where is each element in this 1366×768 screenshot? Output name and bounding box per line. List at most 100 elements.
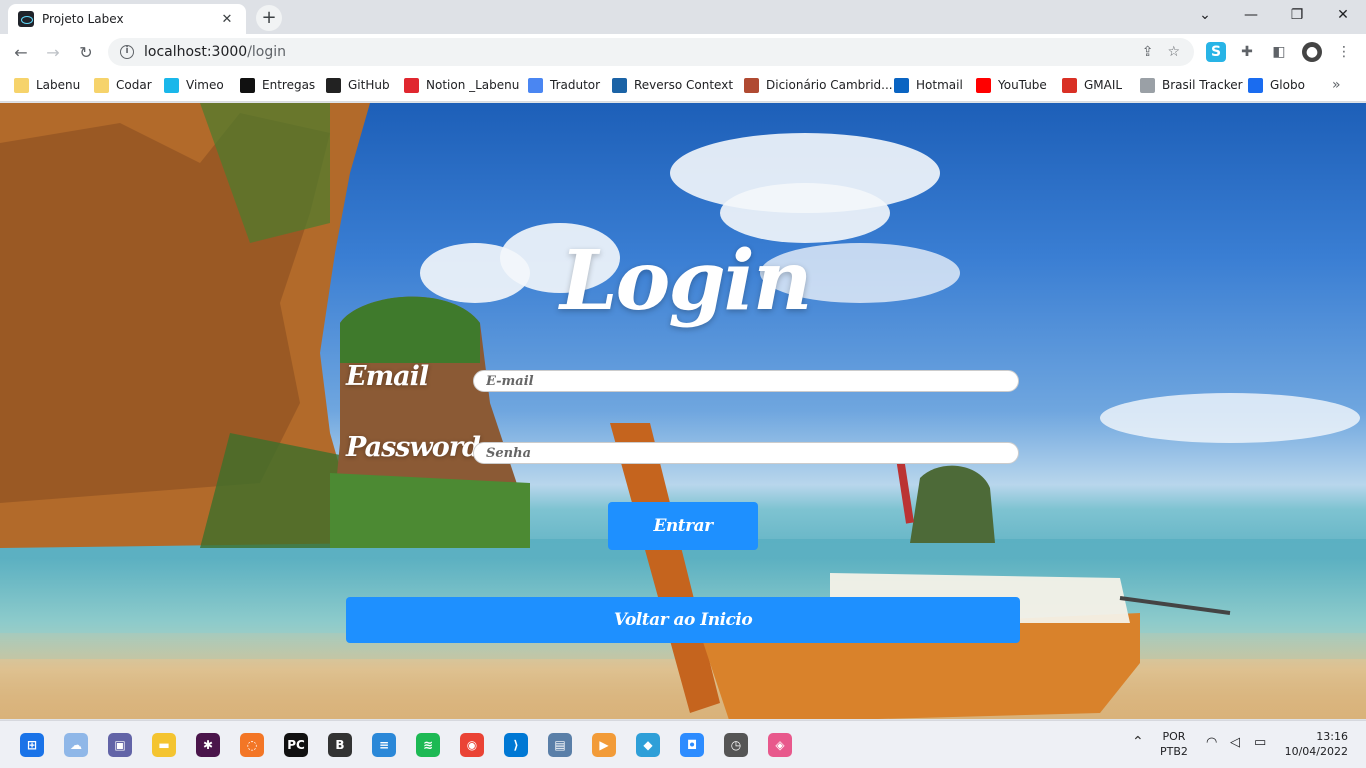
outlook-icon	[894, 77, 909, 93]
chrome-icon[interactable]: ◉	[460, 733, 484, 757]
site-info-icon[interactable]: i	[120, 45, 134, 59]
tab-close-icon[interactable]: ✕	[218, 12, 236, 27]
bookmark-5[interactable]: Notion _Labenu	[404, 70, 519, 100]
bookmark-label: GitHub	[348, 78, 390, 92]
maps-icon[interactable]: ◆	[636, 733, 660, 757]
bookmark-7[interactable]: Reverso Context	[612, 70, 733, 100]
bookmark-11[interactable]: GMAIL	[1062, 70, 1122, 100]
bookmark-9[interactable]: Hotmail	[894, 70, 963, 100]
new-tab-button[interactable]: +	[256, 5, 282, 31]
tab-projeto-labex[interactable]: Projeto Labex ✕	[8, 4, 246, 34]
volume-icon[interactable]: ◁	[1230, 735, 1240, 750]
bookmark-label: Vimeo	[186, 78, 224, 92]
back-button[interactable]: ←	[8, 40, 34, 66]
url-text[interactable]: localhost:3000/login	[144, 44, 1142, 60]
profile-avatar[interactable]: ●	[1302, 42, 1322, 62]
side-panel-icon[interactable]: ◧	[1269, 42, 1289, 62]
media-player-icon[interactable]: ▶	[592, 733, 616, 757]
weather-icon[interactable]: ☁	[64, 733, 88, 757]
password-field[interactable]	[473, 442, 1019, 464]
bookmarks-bar: » Labenu Codar Vimeo Entregas GitHub Notion _…	[0, 70, 1366, 102]
spotify-icon[interactable]: ≋	[416, 733, 440, 757]
kite-icon[interactable]: ◈	[768, 733, 792, 757]
tray-chevron-icon[interactable]: ⌃	[1132, 735, 1144, 750]
windows-taskbar: ⌃ POR PTB2 ◠ ◁ ▭ 13:16 10/04/2022 ⊞ ☁ ▣ ▬ ✱ ◌…	[0, 720, 1366, 768]
minimize-button[interactable]: —	[1228, 0, 1274, 30]
share-icon[interactable]: ⇪	[1142, 44, 1154, 60]
bookmark-10[interactable]: YouTube	[976, 70, 1047, 100]
bookmark-6[interactable]: Tradutor	[528, 70, 600, 100]
apple-icon	[404, 77, 419, 93]
tab-search-icon[interactable]: ⌄	[1182, 0, 1228, 30]
login-page: Login Email Password Entrar Voltar ao In…	[0, 103, 1366, 719]
forward-button[interactable]: →	[40, 40, 66, 66]
cliff-image	[0, 103, 380, 548]
tab-title: Projeto Labex	[42, 12, 124, 26]
bookmark-label: Codar	[116, 78, 152, 92]
notepad-icon[interactable]: ≡	[372, 733, 396, 757]
wifi-icon[interactable]: ◠	[1206, 735, 1217, 750]
language-indicator[interactable]: POR PTB2	[1160, 729, 1188, 759]
url-host: localhost:3000	[144, 44, 248, 60]
reload-button[interactable]: ↻	[73, 40, 99, 66]
close-window-button[interactable]: ✕	[1320, 0, 1366, 30]
vscode-icon[interactable]: ⟩	[504, 733, 528, 757]
bookmark-star-icon[interactable]: ☆	[1167, 44, 1180, 60]
youtube-icon	[976, 77, 991, 93]
tab-strip: Projeto Labex ✕ + ⌄ — ❐ ✕	[0, 0, 1366, 34]
bookmark-2[interactable]: Vimeo	[164, 70, 224, 100]
bookmark-0[interactable]: Labenu	[14, 70, 80, 100]
bookmark-8[interactable]: Dicionário Cambrid...	[744, 70, 893, 100]
bookmark-1[interactable]: Codar	[94, 70, 152, 100]
photo-app-icon[interactable]: ▤	[548, 733, 572, 757]
email-field[interactable]	[473, 370, 1019, 392]
password-label: Password	[346, 432, 481, 463]
cambridge-icon	[744, 77, 759, 93]
bookmark-label: Dicionário Cambrid...	[766, 78, 893, 92]
teams-chat-icon[interactable]: ▣	[108, 733, 132, 757]
bookmark-label: Hotmail	[916, 78, 963, 92]
clock[interactable]: 13:16 10/04/2022	[1284, 729, 1348, 759]
voltar-ao-inicio-button[interactable]: Voltar ao Inicio	[346, 597, 1020, 643]
bookmark-label: Notion _Labenu	[426, 78, 520, 92]
url-path: /login	[247, 44, 287, 60]
bookmark-label: Entregas	[262, 78, 316, 92]
react-favicon-icon	[18, 11, 34, 27]
battery-icon[interactable]: ▭	[1254, 735, 1266, 750]
island-rock-image	[330, 296, 530, 548]
translate-icon	[528, 77, 543, 93]
longtail-boat-image	[610, 423, 1231, 719]
bookmark-label: GMAIL	[1084, 78, 1123, 92]
bookmark-label: Globo	[1270, 78, 1305, 92]
extensions-puzzle-icon[interactable]: ✚	[1237, 42, 1257, 62]
bookmark-4[interactable]: GitHub	[326, 70, 390, 100]
language-code: POR	[1162, 730, 1186, 743]
bookmarks-overflow-button[interactable]: »	[1332, 70, 1341, 100]
restore-button[interactable]: ❐	[1274, 0, 1320, 30]
file-explorer-icon[interactable]: ▬	[152, 733, 176, 757]
bear-icon[interactable]: B	[328, 733, 352, 757]
lock-icon	[1140, 77, 1155, 93]
pycharm-icon[interactable]: PC	[284, 733, 308, 757]
github-icon	[326, 77, 341, 93]
bookmark-12[interactable]: Brasil Tracker	[1140, 70, 1243, 100]
address-bar[interactable]: i localhost:3000/login ⇪ ☆	[108, 38, 1194, 66]
bookmark-label: Reverso Context	[634, 78, 734, 92]
jupyter-icon[interactable]: ◌	[240, 733, 264, 757]
start-menu-icon[interactable]: ⊞	[20, 733, 44, 757]
gmail-icon	[1062, 77, 1077, 93]
bookmark-3[interactable]: Entregas	[240, 70, 315, 100]
bookmark-label: Labenu	[36, 78, 81, 92]
clock-date: 10/04/2022	[1284, 745, 1348, 758]
bookmark-13[interactable]: Globo	[1248, 70, 1305, 100]
globo-icon	[1248, 77, 1263, 93]
clock-app-icon[interactable]: ◷	[724, 733, 748, 757]
bookmark-label: Brasil Tracker	[1162, 78, 1243, 92]
clock-time: 13:16	[1316, 730, 1348, 743]
kebab-menu-icon[interactable]: ⋮	[1334, 42, 1354, 62]
entrar-button[interactable]: Entrar	[608, 502, 758, 550]
keyboard-layout: PTB2	[1160, 745, 1188, 758]
slack-icon[interactable]: ✱	[196, 733, 220, 757]
zoom-icon[interactable]: ◘	[680, 733, 704, 757]
extension-s-icon[interactable]: S	[1206, 42, 1226, 62]
